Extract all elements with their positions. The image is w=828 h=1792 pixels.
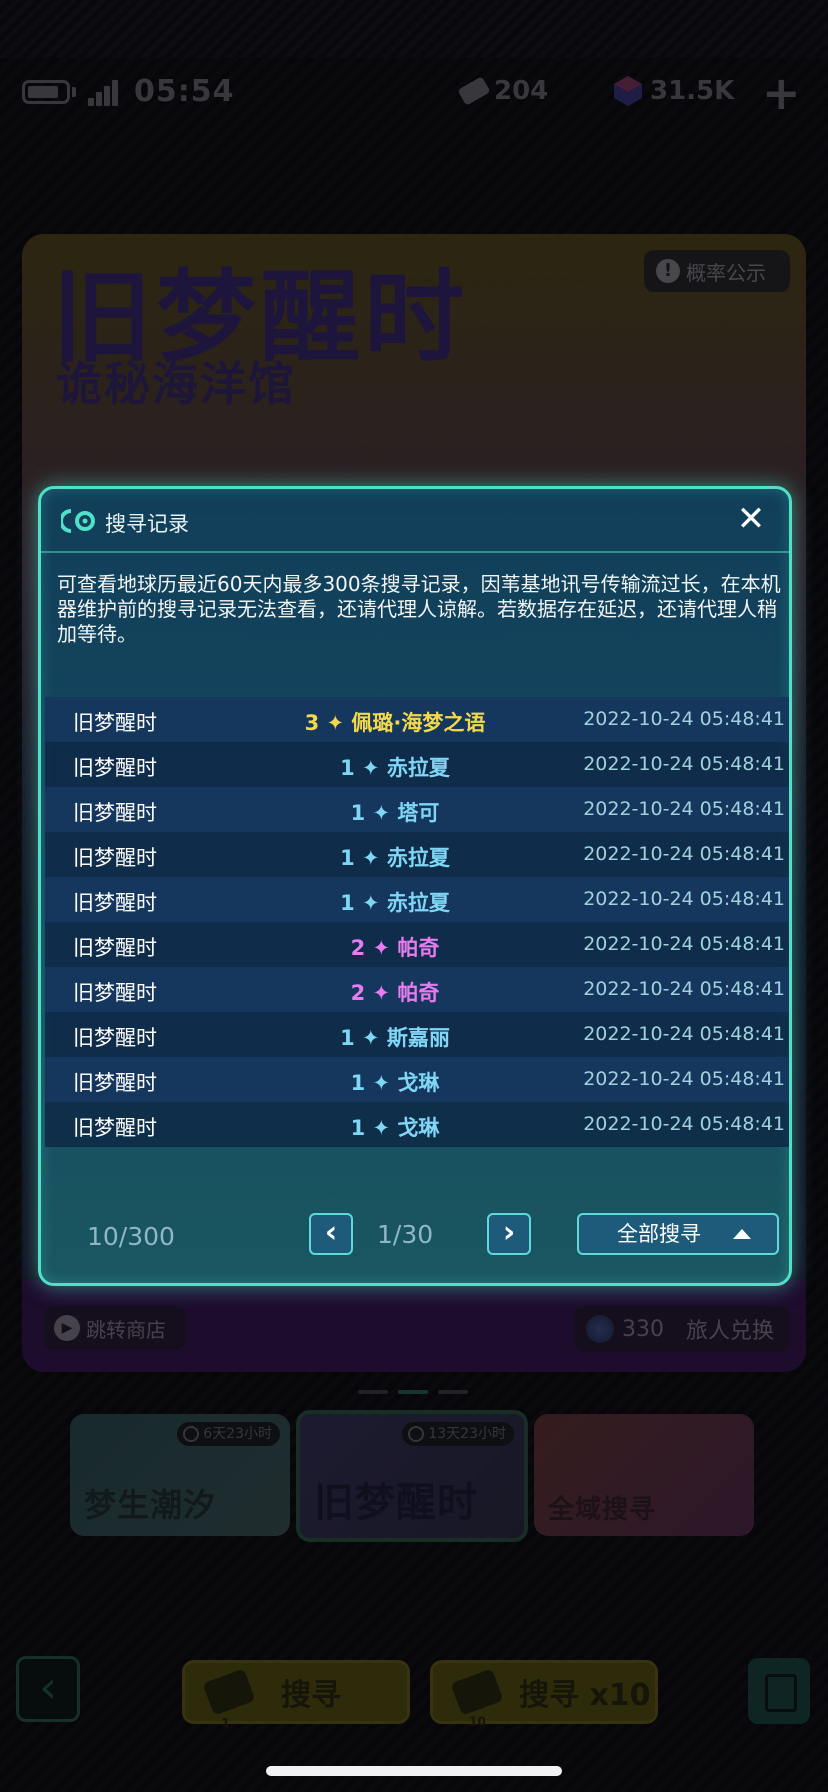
screen: 05:54 204 31.5K + 旧梦醒时 诡秘海洋馆 ! 概率公示 ▶ 跳转… [0, 0, 828, 1792]
table-row: 旧梦醒时 1 ✦ 塔可 2022-10-24 05:48:41 [45, 787, 789, 832]
record-time: 2022-10-24 05:48:41 [583, 978, 785, 1000]
record-count: 10/300 [87, 1222, 175, 1251]
table-row: 旧梦醒时 1 ✦ 斯嘉丽 2022-10-24 05:48:41 [45, 1012, 789, 1057]
record-time: 2022-10-24 05:48:41 [583, 888, 785, 910]
table-row: 旧梦醒时 3 ✦ 佩璐·海梦之语 2022-10-24 05:48:41 [45, 697, 789, 742]
record-pool: 旧梦醒时 [73, 1071, 157, 1095]
table-row: 旧梦醒时 1 ✦ 赤拉夏 2022-10-24 05:48:41 [45, 742, 789, 787]
page-indicator: 1/30 [377, 1220, 434, 1249]
record-result: 1 ✦ 戈琳 [350, 1116, 440, 1140]
record-pool: 旧梦醒时 [73, 801, 157, 825]
record-pool: 旧梦醒时 [73, 936, 157, 960]
filter-label: 全部搜寻 [617, 1222, 701, 1246]
table-row: 旧梦醒时 1 ✦ 戈琳 2022-10-24 05:48:41 [45, 1057, 789, 1102]
record-time: 2022-10-24 05:48:41 [583, 753, 785, 775]
record-pool: 旧梦醒时 [73, 1026, 157, 1050]
record-time: 2022-10-24 05:48:41 [583, 1023, 785, 1045]
record-time: 2022-10-24 05:48:41 [583, 798, 785, 820]
record-result: 3 ✦ 佩璐·海梦之语 [304, 711, 486, 735]
dialog-header: 搜寻记录 ✕ [41, 489, 789, 553]
record-result: 1 ✦ 赤拉夏 [340, 846, 450, 870]
next-page-button[interactable]: › [487, 1213, 531, 1255]
record-table: 旧梦醒时 3 ✦ 佩璐·海梦之语 2022-10-24 05:48:41 旧梦醒时 1 … [45, 697, 789, 1147]
record-result: 1 ✦ 戈琳 [350, 1071, 440, 1095]
record-result: 1 ✦ 塔可 [350, 801, 440, 825]
record-time: 2022-10-24 05:48:41 [583, 708, 785, 730]
record-pool: 旧梦醒时 [73, 756, 157, 780]
record-time: 2022-10-24 05:48:41 [583, 843, 785, 865]
record-result: 1 ✦ 斯嘉丽 [340, 1026, 450, 1050]
filter-dropdown[interactable]: 全部搜寻 [577, 1213, 779, 1255]
record-result: 2 ✦ 帕奇 [350, 936, 440, 960]
triangle-up-icon [733, 1229, 751, 1239]
home-indicator[interactable] [266, 1766, 562, 1776]
record-time: 2022-10-24 05:48:41 [583, 933, 785, 955]
dialog-note: 可查看地球历最近60天内最多300条搜寻记录，因苇基地讯号传输流过长，在本机器维… [57, 572, 781, 646]
record-pool: 旧梦醒时 [73, 846, 157, 870]
dialog-title: 搜寻记录 [105, 512, 189, 536]
record-pool: 旧梦醒时 [73, 711, 157, 735]
table-row: 旧梦醒时 1 ✦ 赤拉夏 2022-10-24 05:48:41 [45, 832, 789, 877]
prev-page-button[interactable]: ‹ [309, 1213, 353, 1255]
record-logo-icon [61, 509, 95, 533]
chevron-left-icon: ‹ [324, 1215, 338, 1250]
record-pool: 旧梦醒时 [73, 981, 157, 1005]
chevron-right-icon: › [502, 1215, 516, 1250]
table-row: 旧梦醒时 2 ✦ 帕奇 2022-10-24 05:48:41 [45, 922, 789, 967]
search-record-dialog: 搜寻记录 ✕ 可查看地球历最近60天内最多300条搜寻记录，因苇基地讯号传输流过… [38, 486, 792, 1286]
record-time: 2022-10-24 05:48:41 [583, 1068, 785, 1090]
table-row: 旧梦醒时 2 ✦ 帕奇 2022-10-24 05:48:41 [45, 967, 789, 1012]
record-time: 2022-10-24 05:48:41 [583, 1113, 785, 1135]
table-row: 旧梦醒时 1 ✦ 戈琳 2022-10-24 05:48:41 [45, 1102, 789, 1147]
record-pool: 旧梦醒时 [73, 1116, 157, 1140]
record-result: 2 ✦ 帕奇 [350, 981, 440, 1005]
record-pool: 旧梦醒时 [73, 891, 157, 915]
record-result: 1 ✦ 赤拉夏 [340, 891, 450, 915]
close-icon[interactable]: ✕ [731, 499, 771, 539]
record-result: 1 ✦ 赤拉夏 [340, 756, 450, 780]
table-row: 旧梦醒时 1 ✦ 赤拉夏 2022-10-24 05:48:41 [45, 877, 789, 922]
